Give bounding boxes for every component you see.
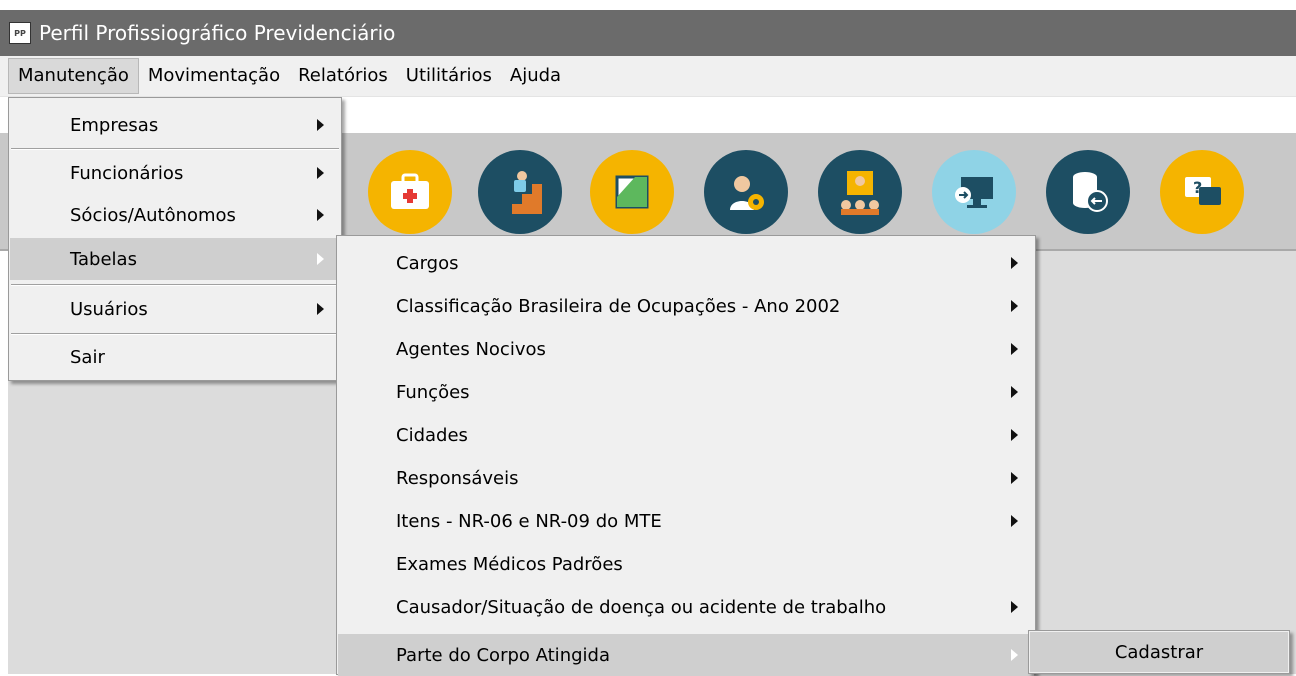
menu-relatorios[interactable]: Relatórios [289, 58, 397, 94]
menu-item-cbo[interactable]: Classificação Brasileira de Ocupações - … [338, 285, 1034, 327]
menu-item-parte-corpo[interactable]: Parte do Corpo Atingida [338, 634, 1034, 676]
submenu-arrow-icon [317, 303, 324, 315]
menu-item-responsaveis[interactable]: Responsáveis [338, 457, 1034, 499]
parte-corpo-menu: Cadastrar [1028, 630, 1290, 674]
submenu-arrow-icon [1011, 649, 1018, 661]
submenu-arrow-icon [1011, 472, 1018, 484]
menu-item-itens-nr[interactable]: Itens - NR-06 e NR-09 do MTE [338, 500, 1034, 542]
submenu-arrow-icon [1011, 386, 1018, 398]
menu-item-usuarios[interactable]: Usuários [10, 288, 340, 330]
submenu-arrow-icon [1011, 429, 1018, 441]
submenu-arrow-icon [317, 119, 324, 131]
submenu-arrow-icon [317, 253, 324, 265]
menu-item-cidades[interactable]: Cidades [338, 414, 1034, 456]
menu-item-empresas[interactable]: Empresas [10, 104, 340, 146]
help-chat-icon[interactable]: ? [1160, 150, 1244, 234]
menu-bar: Manutenção Movimentação Relatórios Utili… [0, 56, 1296, 96]
manutencao-menu: Empresas Funcionários Sócios/Autônomos T… [8, 97, 342, 381]
menu-utilitarios[interactable]: Utilitários [397, 58, 501, 94]
menu-ajuda[interactable]: Ajuda [501, 58, 570, 94]
submenu-arrow-icon [1011, 300, 1018, 312]
menu-item-tabelas[interactable]: Tabelas [10, 238, 340, 280]
submenu-arrow-icon [1011, 515, 1018, 527]
menu-item-funcoes[interactable]: Funções [338, 371, 1034, 413]
menu-separator [11, 333, 339, 335]
screen-icon[interactable] [932, 150, 1016, 234]
medical-kit-icon[interactable] [368, 150, 452, 234]
stairs-fall-icon[interactable] [478, 150, 562, 234]
menu-item-sair[interactable]: Sair [10, 336, 340, 378]
menu-item-cadastrar[interactable]: Cadastrar [1030, 632, 1288, 672]
title-bar: PP Perfil Profissiográfico Previdenciári… [0, 10, 1296, 56]
window-title: Perfil Profissiográfico Previdenciário [39, 21, 396, 45]
support-gear-icon[interactable] [704, 150, 788, 234]
menu-item-cargos[interactable]: Cargos [338, 242, 1034, 284]
menu-movimentacao[interactable]: Movimentação [139, 58, 289, 94]
submenu-arrow-icon [1011, 601, 1018, 613]
document-icon[interactable] [590, 150, 674, 234]
menu-item-agentes-nocivos[interactable]: Agentes Nocivos [338, 328, 1034, 370]
menu-manutencao[interactable]: Manutenção [8, 58, 139, 94]
menu-item-socios[interactable]: Sócios/Autônomos [10, 194, 340, 236]
submenu-arrow-icon [1011, 343, 1018, 355]
menu-separator [11, 148, 339, 150]
submenu-arrow-icon [1011, 257, 1018, 269]
menu-item-exames[interactable]: Exames Médicos Padrões [338, 543, 1034, 585]
database-icon[interactable] [1046, 150, 1130, 234]
menu-item-causador[interactable]: Causador/Situação de doença ou acidente … [338, 586, 1034, 628]
submenu-arrow-icon [317, 209, 324, 221]
submenu-arrow-icon [317, 167, 324, 179]
meeting-icon[interactable] [818, 150, 902, 234]
menu-separator [11, 284, 339, 286]
menu-item-funcionarios[interactable]: Funcionários [10, 152, 340, 194]
app-icon: PP [9, 22, 31, 44]
tabelas-menu: Cargos Classificação Brasileira de Ocupa… [336, 235, 1036, 676]
